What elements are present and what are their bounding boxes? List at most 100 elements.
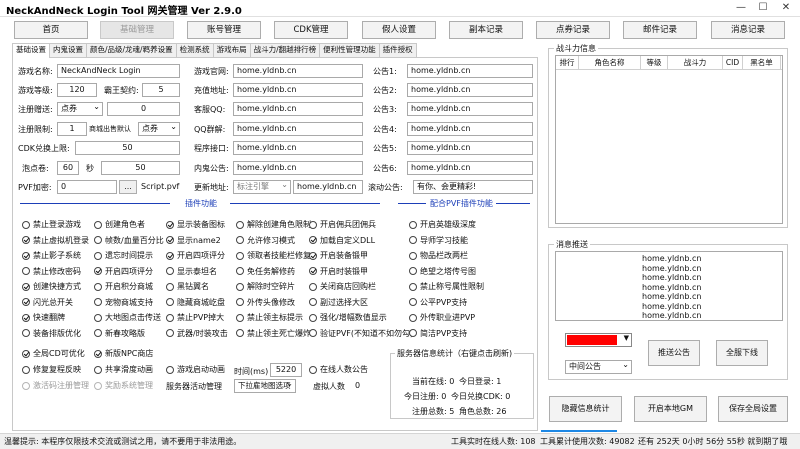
pvf-checkbox[interactable]: 绝望之塔传号图 bbox=[409, 266, 476, 277]
scroll-field[interactable]: 有你、会更精彩! bbox=[413, 180, 533, 194]
tab-layout[interactable]: 游戏布局 bbox=[212, 43, 251, 57]
plugin-checkbox[interactable]: 开启时装锻甲 bbox=[309, 266, 368, 277]
nav-points-button[interactable]: 点券记录 bbox=[536, 21, 610, 39]
plugin-checkbox[interactable]: 开启四项评分 bbox=[94, 266, 153, 277]
save-settings-button[interactable]: 保存全局设置 bbox=[718, 396, 788, 422]
col-blacklist[interactable]: 黑名单 bbox=[743, 56, 781, 69]
new-npc-checkbox[interactable]: 新版NPC商店 bbox=[94, 348, 153, 359]
ann6-field[interactable]: home.yldnb.cn bbox=[407, 161, 533, 175]
plugin-checkbox[interactable]: 允许修习模式 bbox=[236, 235, 295, 246]
plugin-checkbox[interactable]: 解除创建角色限制 bbox=[236, 219, 311, 230]
plugin-checkbox[interactable]: 新春攻略版 bbox=[94, 328, 145, 339]
plugin-checkbox[interactable]: 禁止修改密码 bbox=[22, 266, 81, 277]
plugin-checkbox[interactable]: 禁止PVP掉大 bbox=[166, 312, 224, 323]
combat-table[interactable]: 排行 角色名称 等级 战斗力 CID 黑名单 bbox=[555, 55, 783, 224]
plugin-checkbox[interactable]: 创建角色者 bbox=[94, 219, 145, 230]
nav-fake-button[interactable]: 假人设置 bbox=[362, 21, 436, 39]
plugin-checkbox[interactable]: 黑钻翼名 bbox=[166, 281, 209, 292]
tab-color[interactable]: 颜色/品级/龙魂/羁养设置 bbox=[86, 43, 177, 57]
site-field[interactable]: home.yldnb.cn bbox=[233, 64, 363, 78]
online-ann-checkbox[interactable]: 在线人数公告 bbox=[309, 364, 368, 375]
register-amount-field[interactable]: 0 bbox=[107, 102, 180, 116]
plugin-checkbox[interactable]: 开启装备锻甲 bbox=[309, 250, 368, 261]
nav-dungeon-button[interactable]: 副本记录 bbox=[449, 21, 523, 39]
message-item[interactable]: home.yldnb.cn bbox=[642, 264, 701, 273]
game-name-field[interactable]: NeckAndNeck Login bbox=[57, 64, 180, 78]
tab-plugin[interactable]: 插件授权 bbox=[378, 43, 417, 57]
ann4-field[interactable]: home.yldnb.cn bbox=[407, 122, 533, 136]
plugin-checkbox[interactable]: 禁止领主死亡爆炸 bbox=[236, 328, 311, 339]
nav-home-button[interactable]: 首页 bbox=[14, 21, 88, 39]
tab-convenience[interactable]: 便利性管理功能 bbox=[319, 43, 380, 57]
plugin-checkbox[interactable]: 显示装备图标 bbox=[166, 219, 225, 230]
limit-field[interactable]: 1 bbox=[57, 122, 87, 136]
pvf-checkbox[interactable]: 禁止称号属性限制 bbox=[409, 281, 484, 292]
qqgroup-field[interactable]: home.yldnb.cn bbox=[233, 122, 363, 136]
share-anim-checkbox[interactable]: 共享滑度动画 bbox=[94, 364, 153, 375]
col-rank[interactable]: 排行 bbox=[556, 56, 579, 69]
nav-account-button[interactable]: 账号管理 bbox=[187, 21, 261, 39]
local-gm-button[interactable]: 开启本地GM bbox=[634, 396, 707, 422]
pvf-checkbox[interactable]: 物品栏改两栏 bbox=[409, 250, 468, 261]
channel-select[interactable]: 中间公告 bbox=[565, 360, 632, 374]
tab-detect[interactable]: 检测系统 bbox=[175, 43, 214, 57]
col-role[interactable]: 角色名称 bbox=[579, 56, 641, 69]
start-anim-checkbox[interactable]: 游戏启动动画 bbox=[166, 364, 225, 375]
plugin-checkbox[interactable]: 验证PVF(不知道不如勿勾) bbox=[309, 328, 413, 339]
ann1-field[interactable]: home.yldnb.cn bbox=[407, 64, 533, 78]
plugin-checkbox[interactable]: 装备排版优化 bbox=[22, 328, 81, 339]
activation-checkbox[interactable]: 激活码注册管理 bbox=[22, 380, 89, 391]
register-currency-select[interactable]: 点券 bbox=[57, 102, 103, 116]
message-item[interactable]: home.yldnb.cn bbox=[642, 292, 701, 301]
plugin-checkbox[interactable]: 禁止领主标提示 bbox=[236, 312, 303, 323]
plugin-checkbox[interactable]: 帧数/血量百分比 bbox=[94, 235, 164, 246]
push-notice-button[interactable]: 推送公告 bbox=[648, 340, 700, 366]
global-cd-checkbox[interactable]: 全局CD可优化 bbox=[22, 348, 85, 359]
hide-stats-button[interactable]: 隐藏信息统计 bbox=[549, 396, 622, 422]
nav-cdk-button[interactable]: CDK管理 bbox=[274, 21, 348, 39]
message-item[interactable]: home.yldnb.cn bbox=[642, 311, 701, 320]
pvf-checkbox[interactable]: 简洁PVP支持 bbox=[409, 328, 467, 339]
message-item[interactable]: home.yldnb.cn bbox=[642, 254, 701, 263]
minimize-icon[interactable]: — bbox=[730, 0, 752, 16]
nav-msg-button[interactable]: 消息记录 bbox=[711, 21, 785, 39]
plugin-checkbox[interactable]: 武器/时装攻击 bbox=[166, 328, 228, 339]
color-picker[interactable]: ▼ bbox=[565, 333, 632, 347]
plugin-checkbox[interactable]: 禁止登录游戏 bbox=[22, 219, 81, 230]
plugin-checkbox[interactable]: 禁止虚拟机登录 bbox=[22, 235, 89, 246]
cdk-limit-field[interactable]: 50 bbox=[75, 141, 180, 155]
plugin-checkbox[interactable]: 遗忘时间提示 bbox=[94, 250, 153, 261]
pvf-checkbox[interactable]: 公平PVP支持 bbox=[409, 297, 467, 308]
update-field[interactable]: home.yldnb.cn bbox=[293, 180, 363, 194]
pvf-checkbox[interactable]: 外传职业进PVP bbox=[409, 312, 475, 323]
pvf-checkbox[interactable]: 导师学习技能 bbox=[409, 235, 468, 246]
recharge-field[interactable]: home.yldnb.cn bbox=[233, 83, 363, 97]
plugin-checkbox[interactable]: 领取者技能栏修复 bbox=[236, 250, 311, 261]
bubble-field[interactable]: 60 bbox=[57, 161, 79, 175]
pvf-checkbox[interactable]: 开启英雄级深度 bbox=[409, 219, 476, 230]
col-level[interactable]: 等级 bbox=[641, 56, 668, 69]
notice-field[interactable]: home.yldnb.cn bbox=[233, 161, 363, 175]
kick-all-button[interactable]: 全服下线 bbox=[716, 340, 768, 366]
pvf-field[interactable]: 0 bbox=[57, 180, 117, 194]
plugin-checkbox[interactable]: 宠物商城支持 bbox=[94, 297, 153, 308]
plugin-checkbox[interactable]: 显示name2 bbox=[166, 235, 221, 246]
plugin-checkbox[interactable]: 外传头像修改 bbox=[236, 297, 295, 308]
update-engine-select[interactable]: 标注引擎 bbox=[233, 180, 291, 194]
plugin-checkbox[interactable]: 强化/增幅数值显示 bbox=[309, 312, 387, 323]
close-icon[interactable]: ✕ bbox=[775, 0, 797, 16]
message-item[interactable]: home.yldnb.cn bbox=[642, 283, 701, 292]
plugin-checkbox[interactable]: 开启积分商城 bbox=[94, 281, 153, 292]
plugin-checkbox[interactable]: 创建快捷方式 bbox=[22, 281, 81, 292]
message-item[interactable]: home.yldnb.cn bbox=[642, 273, 701, 282]
plugin-checkbox[interactable]: 禁止影子系统 bbox=[22, 250, 81, 261]
reward-checkbox[interactable]: 奖励系统管理 bbox=[94, 380, 153, 391]
bubble-num-field[interactable]: 50 bbox=[101, 161, 180, 175]
plugin-checkbox[interactable]: 关闭商店回购栏 bbox=[309, 281, 376, 292]
time-field[interactable]: 5220 bbox=[270, 363, 302, 377]
pvf-browse-button[interactable]: ... bbox=[119, 180, 137, 194]
map-select[interactable]: 下拉雇地图选项 bbox=[234, 379, 296, 393]
maximize-icon[interactable]: ☐ bbox=[752, 0, 774, 16]
nav-mail-button[interactable]: 邮件记录 bbox=[623, 21, 697, 39]
plugin-checkbox[interactable]: 大地图点击传送 bbox=[94, 312, 161, 323]
